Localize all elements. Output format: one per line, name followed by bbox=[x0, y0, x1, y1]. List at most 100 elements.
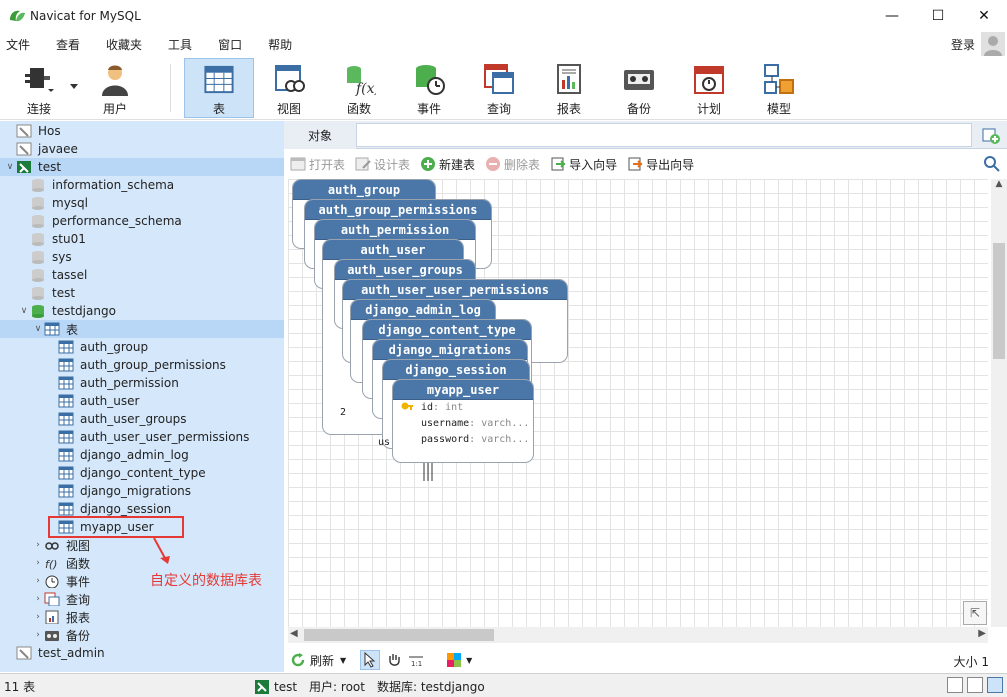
tree-item-auth_group-12[interactable]: auth_group bbox=[0, 338, 284, 356]
tree-item-mysql-4[interactable]: mysql bbox=[0, 194, 284, 212]
menu-file[interactable]: 文件 bbox=[6, 36, 30, 53]
tree-item-test_admin-29[interactable]: test_admin bbox=[0, 644, 284, 662]
tree-item-django_admin_log-18[interactable]: django_admin_log bbox=[0, 446, 284, 464]
er-diagram-canvas[interactable]: auth_group auth_group_permissions auth_per… bbox=[288, 179, 988, 627]
er-table-myapp-user[interactable]: myapp_user id: int username: varch... passw… bbox=[392, 379, 534, 463]
tree-item-information_schema-3[interactable]: information_schema bbox=[0, 176, 284, 194]
toolbar-connect-button[interactable]: 连接 bbox=[4, 58, 74, 118]
export-wizard-button[interactable]: 导出向导 bbox=[627, 156, 694, 173]
import-wizard-button[interactable]: 导入向导 bbox=[550, 156, 617, 173]
table-icon bbox=[58, 394, 74, 408]
tree-item-auth_permission-14[interactable]: auth_permission bbox=[0, 374, 284, 392]
tree-item-auth_user_user_permissions-17[interactable]: auth_user_user_permissions bbox=[0, 428, 284, 446]
tree-expander-icon[interactable]: ∨ bbox=[4, 162, 16, 172]
menu-window[interactable]: 窗口 bbox=[218, 36, 242, 53]
refresh-dropdown-icon[interactable]: ▼ bbox=[340, 656, 346, 665]
menu-tools[interactable]: 工具 bbox=[168, 36, 192, 53]
horizontal-scroll-thumb[interactable] bbox=[304, 629, 494, 641]
er-table-title: auth_group_permissions bbox=[305, 200, 491, 220]
toolbar-event-button[interactable]: 事件 bbox=[394, 58, 464, 118]
tree-item-javaee-1[interactable]: javaee bbox=[0, 140, 284, 158]
color-dropdown-icon[interactable]: ▼ bbox=[466, 656, 472, 665]
close-button[interactable]: ✕ bbox=[961, 0, 1007, 32]
delete-table-button[interactable]: 删除表 bbox=[485, 156, 540, 173]
tree-expander-icon[interactable]: ∨ bbox=[32, 324, 44, 334]
tree-expander-icon[interactable]: › bbox=[32, 576, 44, 586]
tree-item-stu01-6[interactable]: stu01 bbox=[0, 230, 284, 248]
toolbar-user-button[interactable]: 用户 bbox=[80, 58, 150, 118]
tab-objects[interactable]: 对象 bbox=[284, 121, 356, 149]
toolbar-schedule-button[interactable]: 计划 bbox=[674, 58, 744, 118]
er-column-type: : int bbox=[433, 402, 464, 413]
tree-item--11[interactable]: ∨ 表 bbox=[0, 320, 284, 338]
tree-item--23[interactable]: › 视图 bbox=[0, 536, 284, 554]
tree-item--28[interactable]: › 备份 bbox=[0, 626, 284, 644]
er-table-title: auth_permission bbox=[315, 220, 475, 240]
scroll-left-icon[interactable]: ◀ bbox=[290, 628, 298, 639]
tree-item-Hos-0[interactable]: Hos bbox=[0, 122, 284, 140]
tree-item-tassel-8[interactable]: tassel bbox=[0, 266, 284, 284]
search-icon[interactable] bbox=[983, 155, 1001, 173]
tab-strip bbox=[356, 123, 972, 147]
tree-item-label: sys bbox=[52, 250, 72, 264]
list-view-icon[interactable] bbox=[947, 677, 963, 693]
avatar[interactable] bbox=[981, 32, 1005, 56]
tree-item--27[interactable]: › 报表 bbox=[0, 608, 284, 626]
tree-expander-icon[interactable]: › bbox=[32, 630, 44, 640]
menu-view[interactable]: 查看 bbox=[56, 36, 80, 53]
login-link[interactable]: 登录 bbox=[951, 36, 975, 53]
tree-item--26[interactable]: › 查询 bbox=[0, 590, 284, 608]
detail-view-icon[interactable] bbox=[967, 677, 983, 693]
relation-tool-button[interactable]: 1:1 bbox=[408, 652, 424, 668]
toolbar-model-button[interactable]: 模型 bbox=[744, 58, 814, 118]
svg-text:f(): f() bbox=[45, 558, 57, 570]
color-button[interactable]: ▼ bbox=[446, 652, 472, 668]
maximize-button[interactable]: ☐ bbox=[915, 0, 961, 32]
tree-expander-icon[interactable]: ∨ bbox=[18, 306, 30, 316]
toolbar-query-button[interactable]: 查询 bbox=[464, 58, 534, 118]
tree-item-django_content_type-19[interactable]: django_content_type bbox=[0, 464, 284, 482]
tree-item-label: auth_group bbox=[80, 340, 149, 354]
design-table-button[interactable]: 设计表 bbox=[355, 156, 410, 173]
tree-item-testdjango-10[interactable]: ∨ testdjango bbox=[0, 302, 284, 320]
tree-expander-icon[interactable]: › bbox=[32, 612, 44, 622]
vertical-scrollbar[interactable]: ▲ bbox=[991, 179, 1007, 627]
pointer-tool-button[interactable] bbox=[360, 650, 381, 670]
tree-item-auth_user_groups-16[interactable]: auth_user_groups bbox=[0, 410, 284, 428]
scroll-up-icon[interactable]: ▲ bbox=[991, 179, 1007, 191]
tree-expander-icon[interactable]: › bbox=[32, 540, 44, 550]
minimize-button[interactable]: — bbox=[869, 0, 915, 32]
hand-tool-button[interactable] bbox=[386, 652, 402, 668]
menu-help[interactable]: 帮助 bbox=[268, 36, 292, 53]
tree-item-test-2[interactable]: ∨ test bbox=[0, 158, 284, 176]
toolbar-backup-button[interactable]: 备份 bbox=[604, 58, 674, 118]
fit-to-window-button[interactable]: ⇱ bbox=[963, 601, 987, 625]
new-table-button[interactable]: 新建表 bbox=[420, 156, 475, 173]
tree-expander-icon[interactable]: › bbox=[32, 558, 44, 568]
refresh-button[interactable]: 刷新 ▼ bbox=[290, 652, 346, 669]
toolbar-table-button[interactable]: 表 bbox=[184, 58, 254, 118]
scroll-right-icon[interactable]: ▶ bbox=[978, 628, 986, 639]
toolbar-view-button[interactable]: 视图 bbox=[254, 58, 324, 118]
connect-dropdown-icon[interactable] bbox=[70, 84, 78, 90]
er-view-icon[interactable] bbox=[987, 677, 1003, 693]
tree-item-auth_user-15[interactable]: auth_user bbox=[0, 392, 284, 410]
tree-item-sys-7[interactable]: sys bbox=[0, 248, 284, 266]
new-tab-icon[interactable] bbox=[981, 125, 1001, 145]
tree-item-auth_group_permissions-13[interactable]: auth_group_permissions bbox=[0, 356, 284, 374]
query-icon bbox=[484, 64, 514, 94]
er-partial-text: us bbox=[378, 437, 391, 448]
horizontal-scrollbar[interactable]: ◀ ▶ bbox=[288, 627, 988, 643]
tree-item-test-9[interactable]: test bbox=[0, 284, 284, 302]
tree-item-performance_schema-5[interactable]: performance_schema bbox=[0, 212, 284, 230]
tree-item-django_migrations-20[interactable]: django_migrations bbox=[0, 482, 284, 500]
annotation-highlight-box bbox=[48, 516, 184, 538]
database-icon bbox=[32, 197, 44, 210]
toolbar-report-button[interactable]: 报表 bbox=[534, 58, 604, 118]
menu-favorites[interactable]: 收藏夹 bbox=[106, 36, 142, 53]
vertical-scroll-thumb[interactable] bbox=[993, 243, 1005, 359]
zoom-level[interactable]: 大小 1 bbox=[954, 653, 989, 670]
open-table-button[interactable]: 打开表 bbox=[290, 156, 345, 173]
tree-expander-icon[interactable]: › bbox=[32, 594, 44, 604]
toolbar-function-button[interactable]: f(x) 函数 bbox=[324, 58, 394, 118]
